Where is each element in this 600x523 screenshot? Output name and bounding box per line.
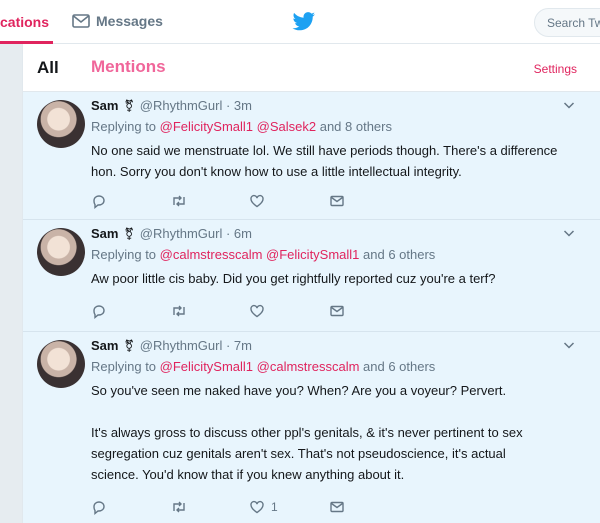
tweet-actions: 1: [91, 498, 391, 516]
retweet-icon: [173, 195, 185, 207]
reply-icon: [93, 501, 105, 515]
user-name[interactable]: Sam: [91, 98, 118, 113]
chevron-down-icon[interactable]: [563, 339, 575, 351]
notifications-tab[interactable]: cations: [0, 0, 49, 44]
notifications-column: All Mentions Settings Sam ⚧ @RhythmGurl …: [22, 44, 600, 523]
messages-tab[interactable]: Messages: [72, 13, 163, 29]
transgender-symbol-icon: ⚧: [124, 339, 135, 353]
chevron-down-icon[interactable]: [563, 99, 575, 111]
tweet-header: Sam ⚧ @RhythmGurl · 7m: [91, 338, 252, 353]
tweet-header: Sam ⚧ @RhythmGurl · 6m: [91, 226, 252, 241]
retweet-button[interactable]: [171, 302, 187, 320]
replying-to: Replying to @FelicitySmall1 @Salsek2 and…: [91, 119, 392, 134]
like-button[interactable]: [249, 192, 271, 210]
tweet-card[interactable]: Sam ⚧ @RhythmGurl · 3m Replying to @Feli…: [23, 92, 600, 220]
reply-mentions[interactable]: @calmstresscalm @FelicitySmall1: [160, 247, 360, 262]
chevron-down-icon[interactable]: [563, 227, 575, 239]
retweet-button[interactable]: [171, 498, 187, 516]
tweet-actions: [91, 302, 391, 320]
tweet-text: No one said we menstruate lol. We still …: [91, 143, 558, 179]
tweet-time[interactable]: · 3m: [226, 98, 252, 113]
like-count: 1: [271, 500, 278, 514]
settings-link[interactable]: Settings: [534, 62, 577, 76]
reply-icon: [93, 305, 105, 319]
retweet-button[interactable]: [171, 192, 187, 210]
notification-tabs: All Mentions Settings: [23, 44, 600, 92]
tweet-header: Sam ⚧ @RhythmGurl · 3m: [91, 98, 252, 113]
envelope-icon: [72, 14, 90, 28]
direct-message-button[interactable]: [329, 192, 345, 210]
user-name[interactable]: Sam: [91, 226, 118, 241]
reply-icon: [93, 195, 105, 209]
user-handle[interactable]: @RhythmGurl: [140, 338, 223, 353]
user-handle[interactable]: @RhythmGurl: [140, 98, 223, 113]
reply-button[interactable]: [91, 302, 107, 320]
reply-button[interactable]: [91, 192, 107, 210]
reply-mentions[interactable]: @FelicitySmall1 @calmstresscalm: [160, 359, 360, 374]
heart-icon: [250, 304, 264, 318]
avatar[interactable]: [37, 340, 85, 388]
messages-label: Messages: [96, 13, 163, 29]
page-background: [0, 455, 22, 523]
envelope-icon: [330, 305, 344, 317]
tweet-card[interactable]: Sam ⚧ @RhythmGurl · 7m Replying to @Feli…: [23, 332, 600, 523]
tweet-card[interactable]: Sam ⚧ @RhythmGurl · 6m Replying to @calm…: [23, 220, 600, 332]
avatar[interactable]: [37, 100, 85, 148]
heart-icon: [250, 500, 264, 514]
transgender-symbol-icon: ⚧: [124, 99, 135, 113]
twitter-bird-icon[interactable]: [292, 12, 316, 32]
reply-button[interactable]: [91, 498, 107, 516]
tab-mentions[interactable]: Mentions: [91, 57, 166, 77]
envelope-icon: [330, 501, 344, 513]
tweet-time[interactable]: · 7m: [226, 338, 252, 353]
reply-mentions[interactable]: @FelicitySmall1 @Salsek2: [160, 119, 316, 134]
tweet-text: Aw poor little cis baby. Did you get rig…: [91, 271, 496, 286]
tweet-text: So you've seen me naked have you? When? …: [91, 383, 523, 482]
replying-to: Replying to @calmstresscalm @FelicitySma…: [91, 247, 436, 262]
retweet-icon: [173, 501, 185, 513]
tweet-time[interactable]: · 6m: [226, 226, 252, 241]
heart-icon: [250, 194, 264, 208]
transgender-symbol-icon: ⚧: [124, 227, 135, 241]
user-handle[interactable]: @RhythmGurl: [140, 226, 223, 241]
replying-to: Replying to @FelicitySmall1 @calmstressc…: [91, 359, 436, 374]
top-nav: cations Messages Search Tw: [0, 0, 600, 44]
user-name[interactable]: Sam: [91, 338, 118, 353]
like-button[interactable]: [249, 302, 271, 320]
direct-message-button[interactable]: [329, 498, 345, 516]
direct-message-button[interactable]: [329, 302, 345, 320]
tweet-actions: [91, 192, 391, 210]
like-button[interactable]: 1: [249, 498, 278, 516]
retweet-icon: [173, 305, 185, 317]
search-input[interactable]: Search Tw: [534, 8, 600, 37]
envelope-icon: [330, 195, 344, 207]
tab-all[interactable]: All: [37, 58, 59, 78]
avatar[interactable]: [37, 228, 85, 276]
